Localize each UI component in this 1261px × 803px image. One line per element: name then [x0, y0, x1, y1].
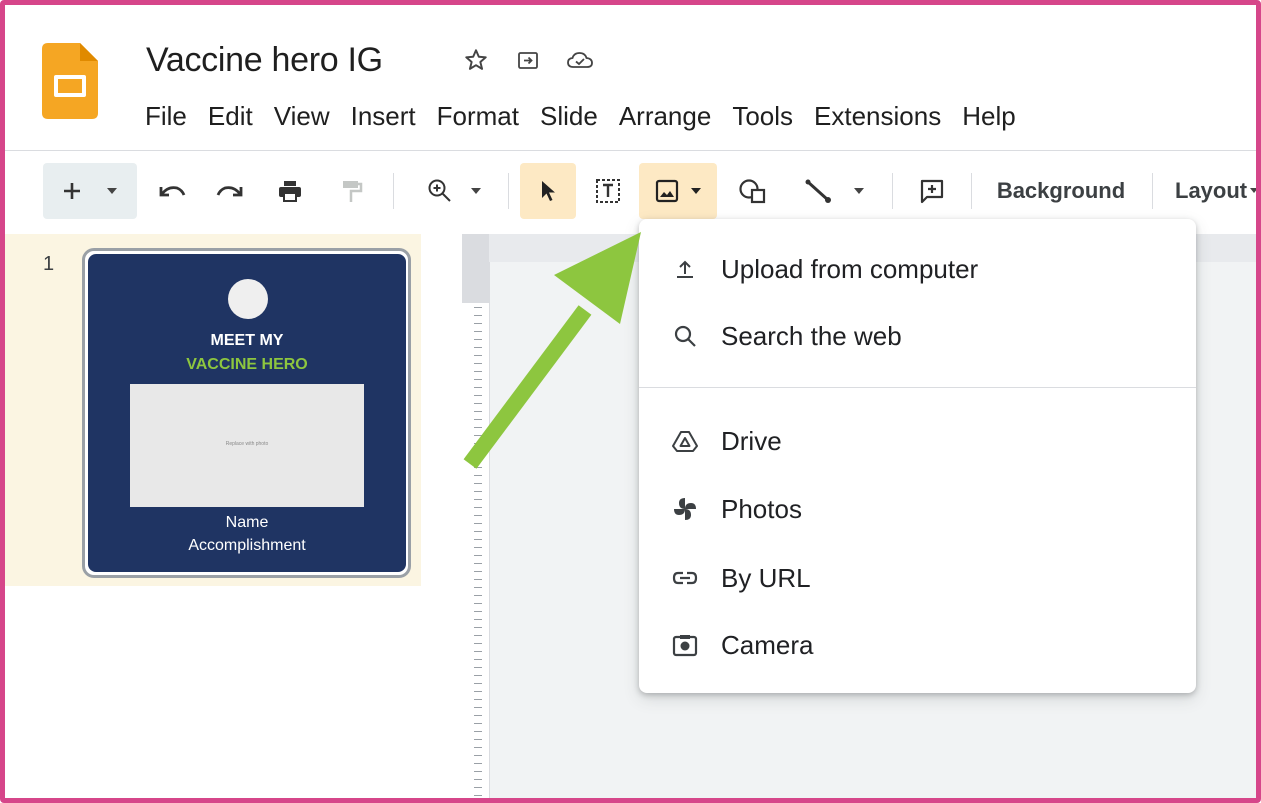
menu-arrange[interactable]: Arrange — [619, 101, 712, 132]
header-divider — [5, 150, 1256, 151]
menu-format[interactable]: Format — [437, 101, 519, 132]
move-folder-icon[interactable] — [513, 45, 543, 75]
menu-help[interactable]: Help — [962, 101, 1015, 132]
photos-icon — [671, 495, 699, 523]
toolbar-separator — [971, 173, 972, 209]
shape-button[interactable] — [731, 163, 775, 219]
menu-item-search-web[interactable]: Search the web — [639, 306, 1196, 366]
upload-icon — [671, 255, 699, 283]
line-icon — [805, 179, 831, 203]
menu-item-label: Upload from computer — [721, 253, 979, 284]
menu-item-label: Drive — [721, 425, 782, 456]
search-icon — [671, 322, 699, 350]
print-icon — [279, 181, 301, 202]
undo-button[interactable] — [155, 163, 189, 219]
image-icon — [655, 179, 679, 203]
menu-tools[interactable]: Tools — [732, 101, 793, 132]
thumbnail-placeholder-text: Replace with photo — [225, 441, 269, 447]
star-icon[interactable] — [461, 45, 491, 75]
chevron-down-icon — [854, 188, 864, 194]
background-button[interactable]: Background — [991, 163, 1131, 219]
print-button[interactable] — [273, 163, 307, 219]
comment-button[interactable] — [909, 163, 955, 219]
link-icon — [671, 564, 699, 592]
paint-format-button[interactable] — [335, 163, 369, 219]
slides-logo-icon[interactable] — [42, 43, 98, 119]
toolbar-separator — [1152, 173, 1153, 209]
menu-item-label: Search the web — [721, 320, 902, 351]
redo-button[interactable] — [213, 163, 247, 219]
thumbnail-heading-line1: MEET MY — [210, 332, 284, 349]
insert-image-button[interactable] — [639, 163, 717, 219]
menu-item-label: Camera — [721, 629, 814, 660]
cloud-saved-icon[interactable] — [565, 45, 595, 75]
camera-icon — [671, 631, 699, 659]
ruler-corner — [462, 234, 489, 262]
drive-icon — [671, 427, 699, 455]
layout-label: Layout — [1175, 178, 1248, 203]
redo-icon — [216, 186, 243, 197]
insert-image-menu: Upload from computer Search the web Driv… — [639, 219, 1196, 693]
menu-separator — [639, 387, 1196, 388]
menu-item-camera[interactable]: Camera — [639, 615, 1196, 675]
document-title[interactable]: Vaccine hero IG — [146, 41, 383, 80]
toolbar: Background Layout — [5, 163, 1256, 219]
menu-item-upload[interactable]: Upload from computer — [639, 239, 1196, 299]
text-box-icon — [596, 179, 620, 203]
toolbar-separator — [393, 173, 394, 209]
shape-icon — [739, 179, 766, 204]
menu-item-photos[interactable]: Photos — [639, 479, 1196, 539]
zoom-in-icon — [428, 179, 451, 202]
slide-number: 1 — [43, 253, 55, 275]
menu-file[interactable]: File — [145, 101, 187, 132]
paint-roller-icon — [343, 181, 363, 202]
thumbnail-heading-line2: VACCINE HERO — [186, 356, 308, 373]
new-slide-button[interactable] — [43, 163, 137, 219]
chevron-down-icon — [107, 188, 117, 194]
menu-bar: File Edit View Insert Format Slide Arran… — [145, 101, 1037, 132]
menu-slide[interactable]: Slide — [540, 101, 598, 132]
menu-edit[interactable]: Edit — [208, 101, 253, 132]
line-button[interactable] — [791, 163, 877, 219]
thumbnail-name-text: Name — [225, 514, 269, 531]
toolbar-separator — [508, 173, 509, 209]
chevron-down-icon — [691, 188, 701, 194]
layout-button[interactable]: Layout — [1175, 163, 1256, 219]
menu-item-by-url[interactable]: By URL — [639, 548, 1196, 608]
thumbnail-accomplishment-text: Accomplishment — [188, 537, 306, 554]
menu-view[interactable]: View — [274, 101, 330, 132]
menu-item-label: Photos — [721, 493, 802, 524]
chevron-down-icon — [1250, 188, 1256, 193]
plus-icon — [64, 183, 80, 199]
menu-item-label: By URL — [721, 562, 811, 593]
toolbar-separator — [892, 173, 893, 209]
window-frame: Vaccine hero IG File Edit View Insert Fo… — [0, 0, 1261, 803]
vertical-ruler[interactable] — [462, 262, 490, 798]
zoom-button[interactable] — [415, 163, 495, 219]
menu-extensions[interactable]: Extensions — [814, 101, 941, 132]
chevron-down-icon — [471, 188, 481, 194]
thumbnail-logo-circle — [228, 279, 268, 319]
text-box-button[interactable] — [583, 163, 633, 219]
cursor-icon — [542, 181, 555, 201]
menu-item-drive[interactable]: Drive — [639, 411, 1196, 471]
add-comment-icon — [920, 179, 944, 204]
select-tool-button[interactable] — [520, 163, 576, 219]
undo-icon — [159, 186, 186, 197]
menu-insert[interactable]: Insert — [351, 101, 416, 132]
